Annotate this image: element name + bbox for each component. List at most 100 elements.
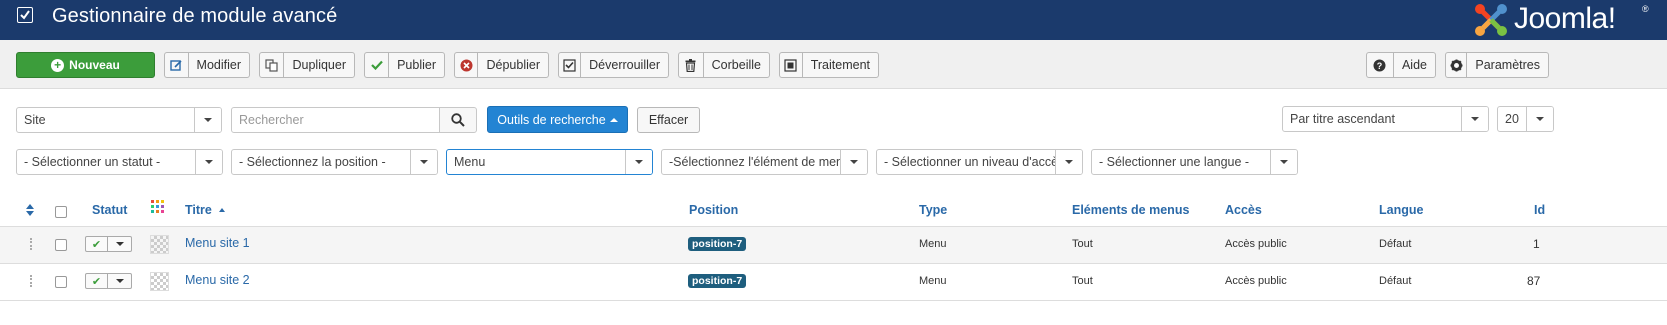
module-type-grid-icon xyxy=(151,200,164,216)
status-select-value: - Sélectionner un statut - xyxy=(24,155,161,169)
gear-icon xyxy=(1446,53,1468,77)
clear-button[interactable]: Effacer xyxy=(637,107,700,133)
row-checkbox[interactable] xyxy=(55,239,67,251)
search-icon xyxy=(451,113,465,127)
clear-button-label: Effacer xyxy=(648,113,689,127)
drag-handle-icon[interactable] xyxy=(30,275,33,287)
search-button[interactable] xyxy=(439,107,477,133)
toolbar: + Nouveau Modifier Dupliquer Publier Dép… xyxy=(0,40,1667,89)
menuitem-select-value: -Sélectionnez l'élément de menu- xyxy=(669,155,841,169)
search-input[interactable]: Rechercher xyxy=(231,107,440,133)
column-access[interactable]: Accès xyxy=(1225,203,1262,217)
caret-up-icon xyxy=(609,117,618,122)
position-badge: position-7 xyxy=(688,274,747,288)
checkin-button-label: Déverrouiller xyxy=(589,58,660,72)
trash-button[interactable]: Corbeille xyxy=(678,52,770,78)
chevron-down-icon xyxy=(1526,107,1553,131)
search-tools-button[interactable]: Outils de recherche xyxy=(487,106,628,133)
edit-icon xyxy=(165,53,189,77)
position-select[interactable]: - Sélectionnez la position - xyxy=(231,149,438,175)
row-checkbox[interactable] xyxy=(55,276,67,288)
column-title-label: Titre xyxy=(185,203,212,217)
access-select[interactable]: - Sélectionner un niveau d'accès - xyxy=(876,149,1083,175)
column-language[interactable]: Langue xyxy=(1379,203,1423,217)
client-select[interactable]: Site xyxy=(16,107,222,133)
status-toggle[interactable]: ✔ xyxy=(85,236,132,254)
new-button[interactable]: + Nouveau xyxy=(16,52,155,78)
chevron-down-icon xyxy=(1461,107,1488,131)
duplicate-button[interactable]: Dupliquer xyxy=(259,52,355,78)
module-thumbnail-icon xyxy=(150,235,169,254)
chevron-down-icon xyxy=(410,150,437,174)
menu-items-cell: Tout xyxy=(1072,275,1093,287)
joomla-logo-icon xyxy=(1475,4,1507,36)
client-select-value: Site xyxy=(24,113,46,127)
module-type-select[interactable]: Menu xyxy=(446,149,653,175)
joomla-logo[interactable]: Joomla! ® xyxy=(1470,0,1655,40)
publish-button[interactable]: Publier xyxy=(364,52,445,78)
published-check-icon[interactable]: ✔ xyxy=(85,273,108,289)
chevron-down-icon xyxy=(194,108,221,132)
help-button-label: Aide xyxy=(1401,58,1427,72)
position-select-value: - Sélectionnez la position - xyxy=(239,155,386,169)
chevron-down-icon xyxy=(195,150,222,174)
access-cell: Accès public xyxy=(1225,275,1287,287)
copy-icon xyxy=(260,53,285,77)
module-title-link[interactable]: Menu site 2 xyxy=(185,273,250,287)
svg-text:?: ? xyxy=(1377,61,1383,71)
unpublish-button-label: Dépublier xyxy=(486,58,540,72)
logo-text: Joomla! xyxy=(1514,2,1616,35)
status-select[interactable]: - Sélectionner un statut - xyxy=(16,149,223,175)
id-cell: 87 xyxy=(1527,274,1541,288)
publish-button-label: Publier xyxy=(397,58,436,72)
access-cell: Accès public xyxy=(1225,238,1287,250)
edit-button[interactable]: Modifier xyxy=(164,52,250,78)
column-title[interactable]: Titre xyxy=(185,203,226,217)
chevron-down-icon xyxy=(1270,150,1297,174)
module-title-link[interactable]: Menu site 1 xyxy=(185,236,250,250)
chevron-down-icon xyxy=(1055,150,1082,174)
ordering-select[interactable]: Par titre ascendant xyxy=(1282,106,1489,132)
logo-registered-mark: ® xyxy=(1642,4,1649,14)
help-button[interactable]: ? Aide xyxy=(1366,52,1436,78)
select-all-checkbox[interactable] xyxy=(55,206,67,218)
unpublish-icon xyxy=(455,53,479,77)
status-dropdown-toggle[interactable] xyxy=(108,273,132,289)
new-button-label: Nouveau xyxy=(69,58,120,72)
duplicate-button-label: Dupliquer xyxy=(292,58,346,72)
checkin-icon xyxy=(559,53,582,77)
column-menu-items[interactable]: Eléments de menus xyxy=(1072,203,1189,217)
column-id[interactable]: Id xyxy=(1534,203,1545,217)
language-select[interactable]: - Sélectionner une langue - xyxy=(1091,149,1298,175)
type-cell: Menu xyxy=(919,275,947,287)
column-type[interactable]: Type xyxy=(919,203,947,217)
checkin-button[interactable]: Déverrouiller xyxy=(558,52,669,78)
column-position[interactable]: Position xyxy=(689,203,738,217)
table-row: ✔ Menu site 2 position-7 Menu Tout Accès… xyxy=(0,264,1667,301)
options-button[interactable]: Paramètres xyxy=(1445,52,1549,78)
limit-select[interactable]: 20 xyxy=(1497,106,1554,132)
menuitem-select[interactable]: -Sélectionnez l'élément de menu- xyxy=(661,149,868,175)
chevron-down-icon xyxy=(840,150,867,174)
menu-items-cell: Tout xyxy=(1072,238,1093,250)
sort-ordering-icon[interactable] xyxy=(26,204,34,219)
language-cell: Défaut xyxy=(1379,275,1412,287)
batch-button-label: Traitement xyxy=(810,58,870,72)
position-badge: position-7 xyxy=(688,237,747,251)
search-placeholder: Rechercher xyxy=(239,113,304,127)
page-title: Gestionnaire de module avancé xyxy=(52,5,338,27)
batch-button[interactable]: Traitement xyxy=(779,52,879,78)
limit-select-value: 20 xyxy=(1505,112,1519,126)
language-select-value: - Sélectionner une langue - xyxy=(1099,155,1250,169)
status-dropdown-toggle[interactable] xyxy=(108,236,132,252)
header-bar: Gestionnaire de module avancé Joomla! ® xyxy=(0,0,1667,40)
language-cell: Défaut xyxy=(1379,238,1412,250)
table-header: Statut Titre Position Type Eléments de m… xyxy=(0,195,1667,227)
column-status[interactable]: Statut xyxy=(92,203,127,217)
caret-up-icon xyxy=(219,208,226,212)
drag-handle-icon[interactable] xyxy=(30,238,33,250)
status-toggle[interactable]: ✔ xyxy=(85,273,132,291)
published-check-icon[interactable]: ✔ xyxy=(85,236,108,252)
unpublish-button[interactable]: Dépublier xyxy=(454,52,549,78)
ordering-select-value: Par titre ascendant xyxy=(1290,112,1395,126)
